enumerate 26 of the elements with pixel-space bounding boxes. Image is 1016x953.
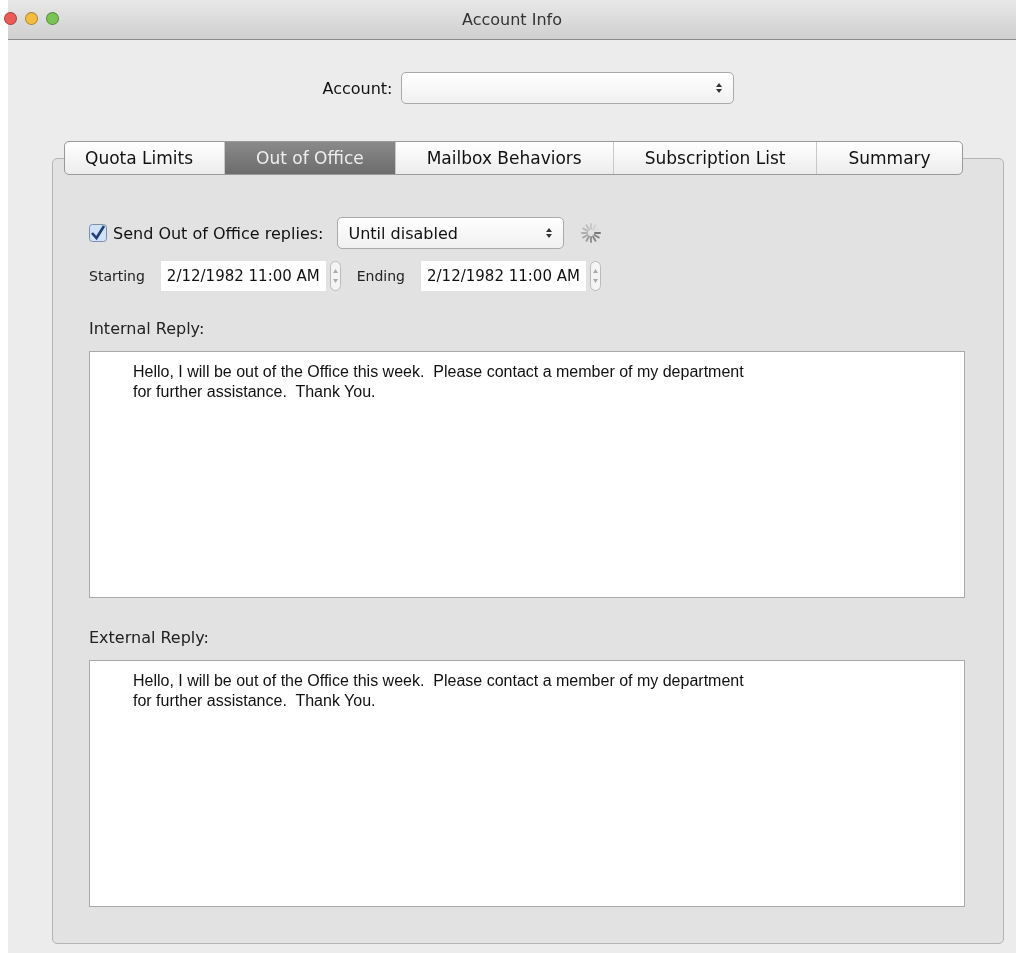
zoom-button[interactable]: [46, 12, 59, 25]
date-field[interactable]: 2/12/1982 11:00 AM: [421, 261, 586, 291]
reply-field[interactable]: Hello, I will be out of the Office this week. Please contact a member of my department for further assistance. Thank You.: [89, 351, 965, 598]
checkbox[interactable]: [89, 224, 107, 242]
account-label: Account:: [322, 78, 393, 98]
tab[interactable]: Quota Limits: [65, 142, 225, 174]
external-reply-label: External Reply:: [89, 628, 210, 647]
window-title: Account Info: [462, 10, 562, 29]
tab[interactable]: Summary: [816, 142, 962, 174]
updown-arrows-icon: [714, 81, 723, 95]
minimize-button[interactable]: [25, 12, 38, 25]
schedule-popup[interactable]: Until disabled: [337, 217, 565, 249]
send-replies-label: Send Out of Office replies:: [113, 223, 324, 243]
ending-label: Ending: [356, 268, 405, 284]
account-popup[interactable]: [400, 72, 734, 104]
tab[interactable]: Out of Office: [224, 142, 395, 174]
date-field[interactable]: 2/12/1982 11:00 AM: [160, 261, 326, 291]
stepper-control[interactable]: [589, 261, 601, 291]
stepper-control[interactable]: [329, 261, 341, 291]
tab[interactable]: Subscription List: [612, 142, 817, 174]
updown-arrows-icon: [545, 226, 554, 240]
starting-label: Starting: [89, 268, 145, 284]
internal-reply-label: Internal Reply:: [89, 319, 206, 338]
reply-field[interactable]: Hello, I will be out of the Office this week. Please contact a member of my department for further assistance. Thank You.: [89, 660, 965, 907]
tab[interactable]: Mailbox Behaviors: [394, 142, 613, 174]
close-button[interactable]: [4, 12, 17, 25]
